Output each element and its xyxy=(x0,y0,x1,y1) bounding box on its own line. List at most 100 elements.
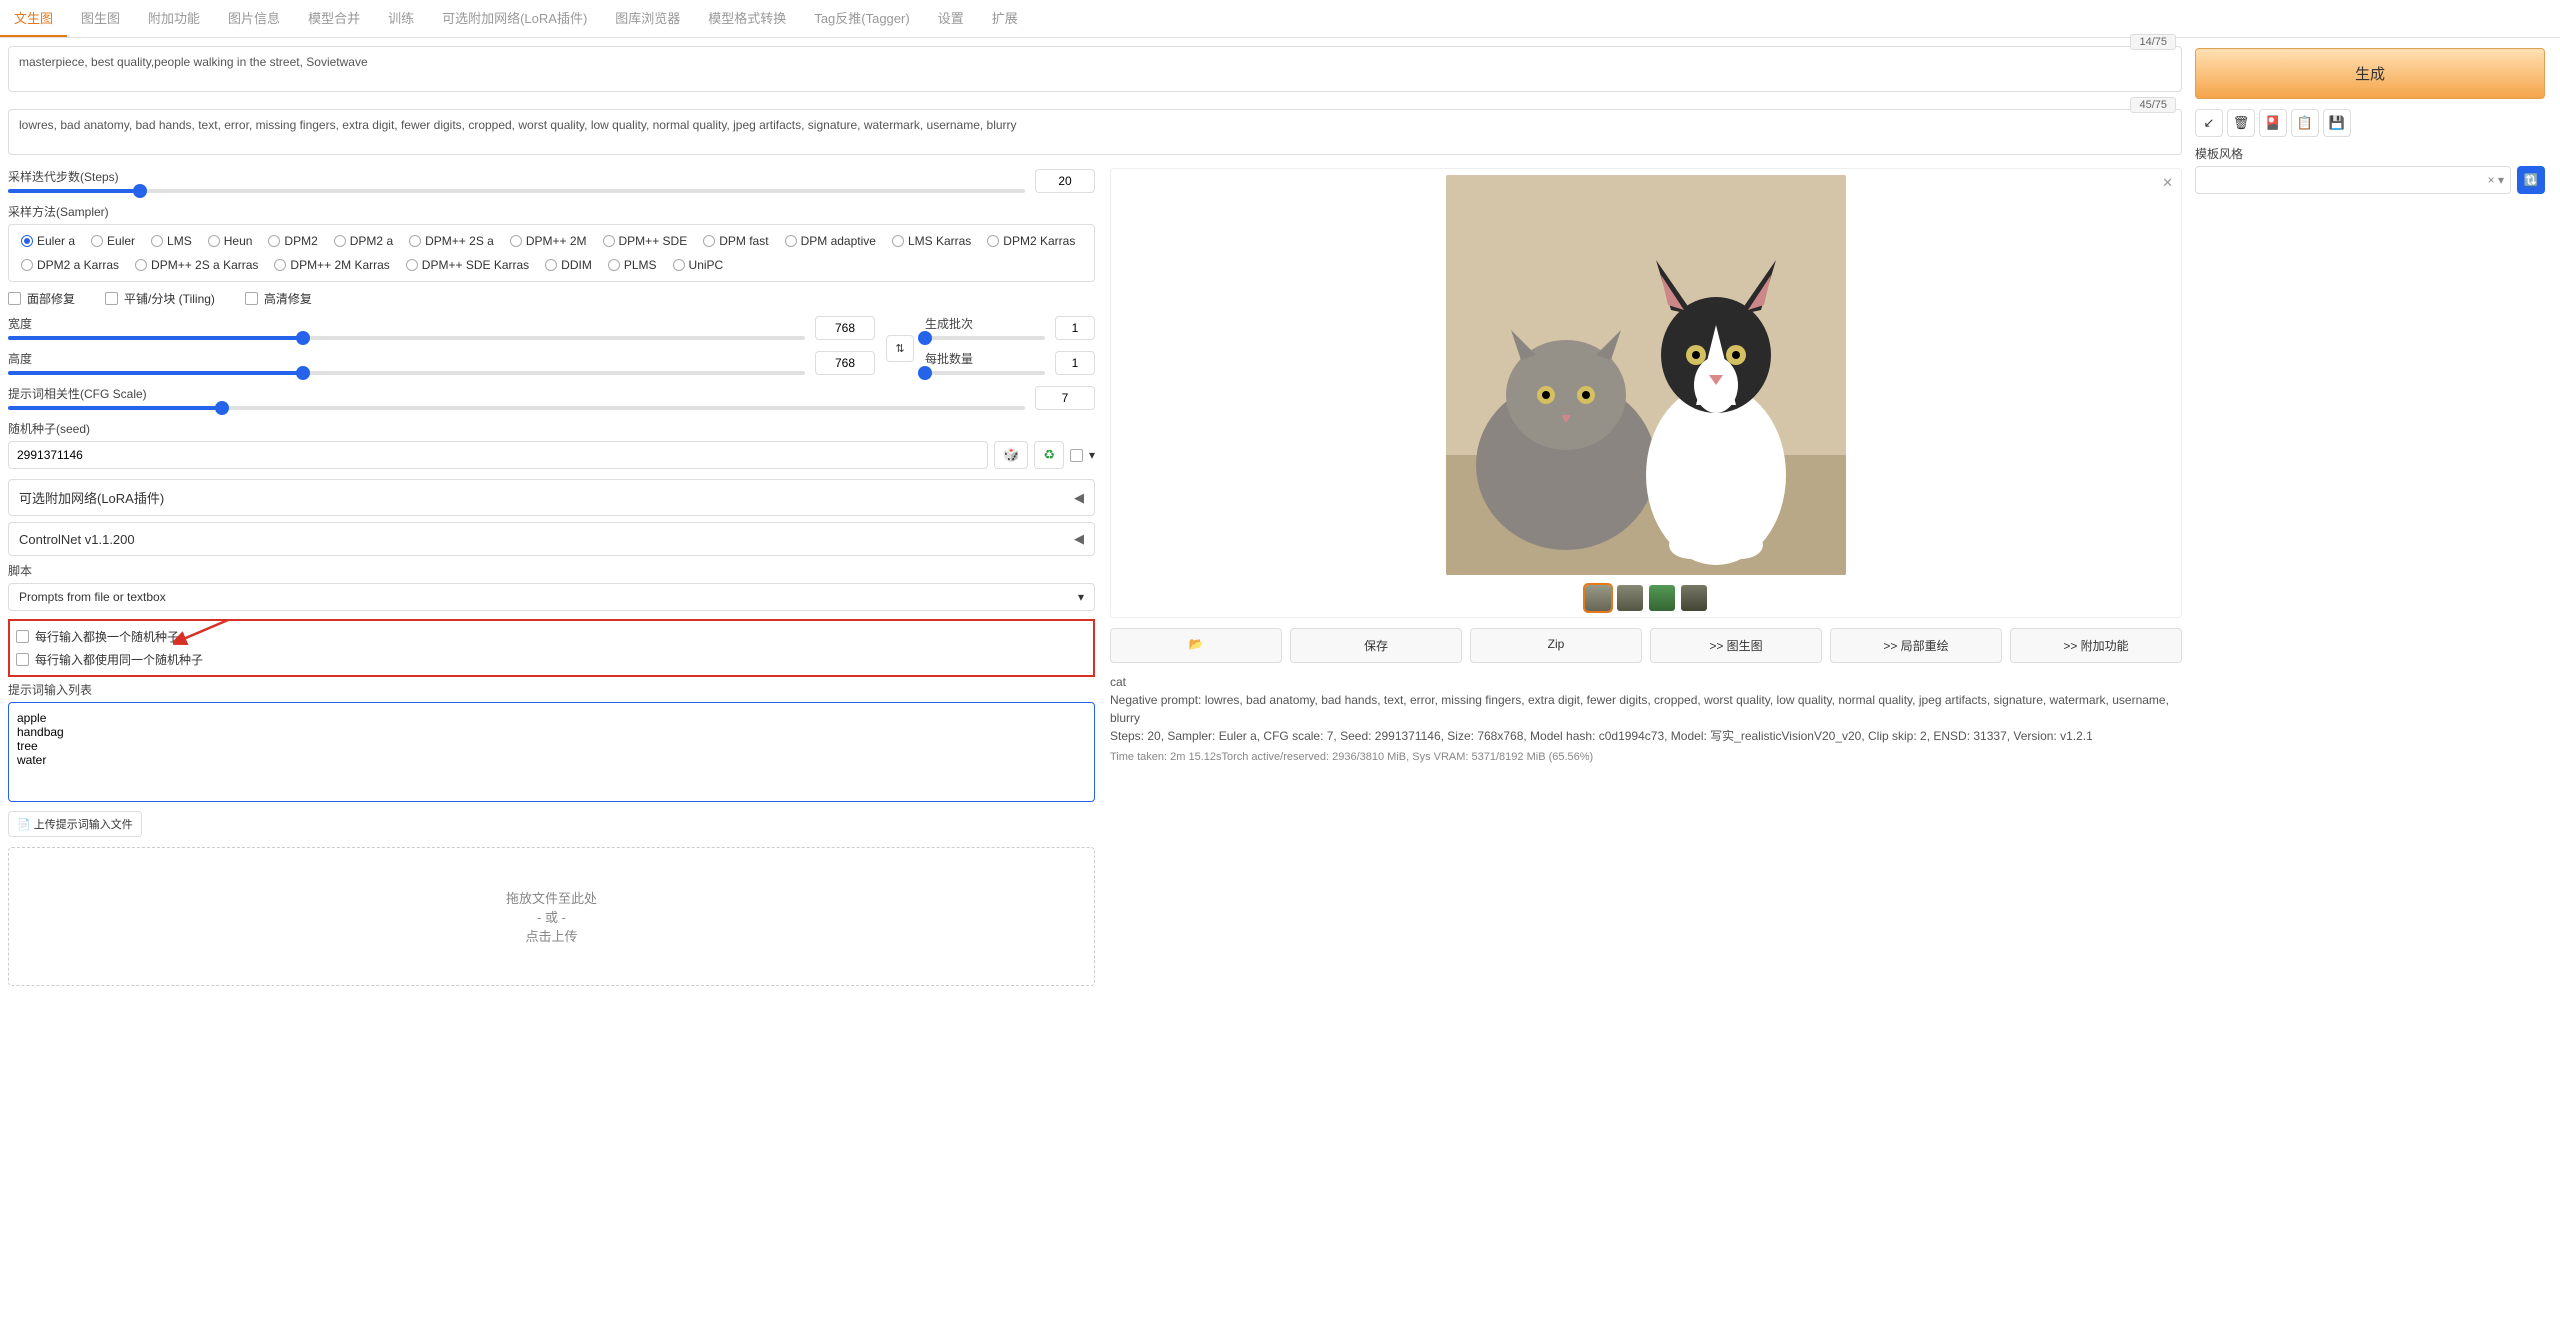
tab-5[interactable]: 训练 xyxy=(374,0,428,37)
sampler-option[interactable]: DPM2 a Karras xyxy=(15,255,125,275)
tiling-checkbox[interactable]: 平铺/分块 (Tiling) xyxy=(105,290,215,307)
cfg-slider[interactable] xyxy=(8,406,1025,410)
hires-checkbox[interactable]: 高清修复 xyxy=(245,290,312,307)
batch-count-slider[interactable] xyxy=(925,336,1045,340)
prompt-list-label: 提示词输入列表 xyxy=(8,681,1095,698)
sampler-option[interactable]: PLMS xyxy=(602,255,663,275)
sampler-option[interactable]: Heun xyxy=(202,231,259,251)
clipboard-icon[interactable]: 📋 xyxy=(2291,109,2319,137)
batch-size-slider[interactable] xyxy=(925,371,1045,375)
height-value[interactable] xyxy=(815,351,875,375)
seed-extra-checkbox[interactable]: ▾ xyxy=(1070,448,1095,462)
style-select[interactable]: × ▾ xyxy=(2195,166,2511,194)
steps-slider[interactable] xyxy=(8,189,1025,193)
cfg-label: 提示词相关性(CFG Scale) xyxy=(8,385,1025,402)
tab-8[interactable]: 模型格式转换 xyxy=(694,0,800,37)
close-icon[interactable]: ✕ xyxy=(2162,175,2173,191)
tab-6[interactable]: 可选附加网络(LoRA插件) xyxy=(428,0,601,37)
generate-button[interactable]: 生成 xyxy=(2195,48,2545,99)
tab-9[interactable]: Tag反推(Tagger) xyxy=(800,0,923,37)
thumbnail-3[interactable] xyxy=(1649,585,1675,611)
sampler-option[interactable]: DPM++ SDE xyxy=(597,231,694,251)
width-label: 宽度 xyxy=(8,315,805,332)
sampler-option[interactable]: DPM++ 2S a xyxy=(403,231,500,251)
chevron-left-icon: ◀ xyxy=(1074,490,1084,506)
tab-11[interactable]: 扩展 xyxy=(978,0,1032,37)
positive-token-counter: 14/75 xyxy=(2130,34,2176,50)
sampler-option[interactable]: DPM++ SDE Karras xyxy=(400,255,535,275)
output-image[interactable] xyxy=(1446,175,1846,575)
batch-count-label: 生成批次 xyxy=(925,315,1045,332)
sampler-option[interactable]: Euler a xyxy=(15,231,81,251)
script-check2[interactable]: 每行输入都使用同一个随机种子 xyxy=(16,648,1087,671)
sampler-option[interactable]: DPM++ 2M Karras xyxy=(268,255,395,275)
sampler-option[interactable]: DPM2 Karras xyxy=(981,231,1081,251)
sampler-option[interactable]: Euler xyxy=(85,231,141,251)
prompt-list-textarea[interactable] xyxy=(8,702,1095,802)
script-select[interactable]: Prompts from file or textbox ▾ xyxy=(8,583,1095,611)
tab-4[interactable]: 模型合并 xyxy=(294,0,374,37)
tab-0[interactable]: 文生图 xyxy=(0,0,67,37)
zip-button[interactable]: Zip xyxy=(1470,628,1642,663)
thumbnail-1[interactable] xyxy=(1585,585,1611,611)
swap-dims-button[interactable]: ⇅ xyxy=(886,335,913,362)
sampler-radio-group: Euler aEulerLMSHeunDPM2DPM2 aDPM++ 2S aD… xyxy=(8,224,1095,282)
seed-reuse-button[interactable]: ♻ xyxy=(1034,441,1064,469)
upload-prompt-file-button[interactable]: 📄 上传提示词输入文件 xyxy=(8,811,142,837)
file-dropzone[interactable]: 拖放文件至此处 - 或 - 点击上传 xyxy=(8,847,1095,986)
chevron-left-icon: ◀ xyxy=(1074,531,1084,547)
annotation-highlight: 每行输入都换一个随机种子 每行输入都使用同一个随机种子 xyxy=(8,619,1095,677)
send-inpaint-button[interactable]: >> 局部重绘 xyxy=(1830,628,2002,663)
save-style-icon[interactable]: 💾 xyxy=(2323,109,2351,137)
negative-token-counter: 45/75 xyxy=(2130,97,2176,113)
seed-label: 随机种子(seed) xyxy=(8,420,1095,437)
script-check1[interactable]: 每行输入都换一个随机种子 xyxy=(16,625,1087,648)
save-button[interactable]: 保存 xyxy=(1290,628,1462,663)
controlnet-accordion[interactable]: ControlNet v1.1.200 ◀ xyxy=(8,522,1095,556)
face-restore-checkbox[interactable]: 面部修复 xyxy=(8,290,75,307)
output-image-container: ✕ xyxy=(1110,168,2182,618)
sampler-option[interactable]: UniPC xyxy=(667,255,730,275)
styles-icon[interactable]: 🎴 xyxy=(2259,109,2287,137)
cfg-value[interactable] xyxy=(1035,386,1095,410)
send-img2img-button[interactable]: >> 图生图 xyxy=(1650,628,1822,663)
seed-random-button[interactable]: 🎲 xyxy=(994,441,1028,469)
tab-2[interactable]: 附加功能 xyxy=(134,0,214,37)
clear-icon[interactable]: 🗑 xyxy=(2227,109,2255,137)
tab-10[interactable]: 设置 xyxy=(924,0,978,37)
negative-prompt-input[interactable] xyxy=(8,109,2182,155)
height-label: 高度 xyxy=(8,350,805,367)
tab-1[interactable]: 图生图 xyxy=(67,0,134,37)
sampler-option[interactable]: DPM fast xyxy=(697,231,774,251)
sampler-option[interactable]: LMS xyxy=(145,231,198,251)
sampler-option[interactable]: DPM++ 2M xyxy=(504,231,593,251)
sampler-option[interactable]: DPM2 xyxy=(262,231,323,251)
refresh-styles-button[interactable]: 🔃 xyxy=(2517,166,2545,194)
steps-value[interactable] xyxy=(1035,169,1095,193)
thumbnail-4[interactable] xyxy=(1681,585,1707,611)
height-slider[interactable] xyxy=(8,371,805,375)
lora-accordion[interactable]: 可选附加网络(LoRA插件) ◀ xyxy=(8,479,1095,516)
batch-size-value[interactable] xyxy=(1055,351,1095,375)
send-extras-button[interactable]: >> 附加功能 xyxy=(2010,628,2182,663)
result-prompt: cat xyxy=(1110,673,2182,691)
width-value[interactable] xyxy=(815,316,875,340)
result-params: Steps: 20, Sampler: Euler a, CFG scale: … xyxy=(1110,727,2182,745)
batch-count-value[interactable] xyxy=(1055,316,1095,340)
sampler-option[interactable]: DPM++ 2S a Karras xyxy=(129,255,264,275)
style-label: 模板风格 xyxy=(2195,145,2545,162)
sampler-option[interactable]: DPM2 a xyxy=(328,231,399,251)
sampler-option[interactable]: DDIM xyxy=(539,255,598,275)
sampler-option[interactable]: DPM adaptive xyxy=(779,231,882,251)
tab-3[interactable]: 图片信息 xyxy=(214,0,294,37)
positive-prompt-input[interactable] xyxy=(8,46,2182,92)
paintbrush-icon[interactable]: ↙ xyxy=(2195,109,2223,137)
sampler-label: 采样方法(Sampler) xyxy=(8,203,1095,220)
tab-7[interactable]: 图库浏览器 xyxy=(601,0,694,37)
sampler-option[interactable]: LMS Karras xyxy=(886,231,977,251)
width-slider[interactable] xyxy=(8,336,805,340)
seed-input[interactable] xyxy=(8,441,988,469)
open-folder-button[interactable]: 📂 xyxy=(1110,628,1282,663)
time-taken: Time taken: 2m 15.12sTorch active/reserv… xyxy=(1110,751,2182,763)
thumbnail-2[interactable] xyxy=(1617,585,1643,611)
